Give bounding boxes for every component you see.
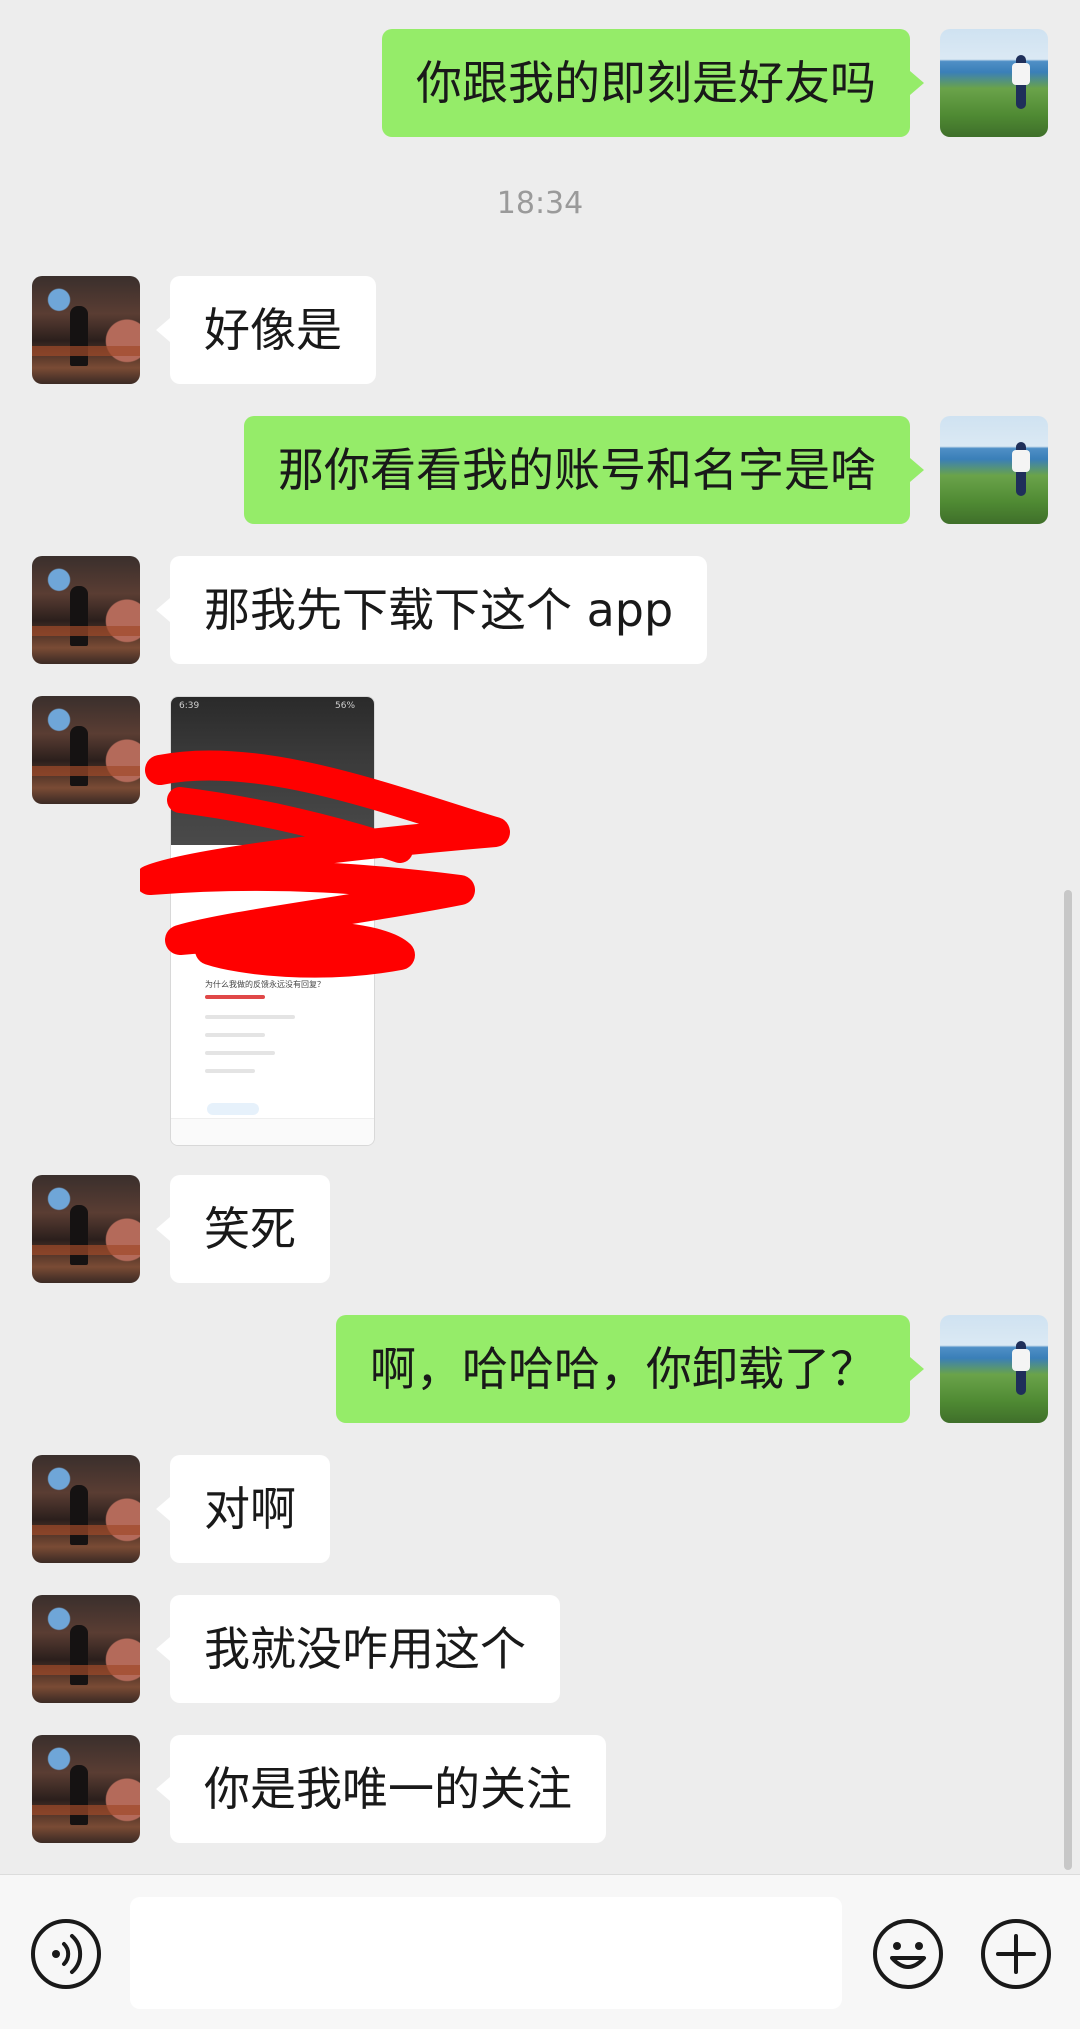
incoming-message-bubble[interactable]: 你是我唯一的关注 bbox=[156, 1735, 606, 1843]
contact-avatar[interactable] bbox=[32, 1735, 140, 1843]
contact-avatar[interactable] bbox=[32, 1455, 140, 1563]
message-timestamp: 18:34 bbox=[496, 186, 584, 221]
chat-screen: 你跟我的即刻是好友吗 18:34 好像是 那你看看我的账号和名字是啥 那我先下载… bbox=[0, 0, 1080, 2029]
screenshot-line bbox=[205, 1051, 275, 1055]
screenshot-toolbar bbox=[171, 1118, 374, 1145]
contact-avatar[interactable] bbox=[32, 276, 140, 384]
contact-avatar[interactable] bbox=[32, 1175, 140, 1283]
screenshot-line bbox=[205, 1015, 295, 1019]
screenshot-line bbox=[205, 1033, 265, 1037]
outgoing-message-bubble[interactable]: 那你看看我的账号和名字是啥 bbox=[244, 416, 924, 524]
chat-input-bar bbox=[0, 1874, 1080, 2029]
my-avatar[interactable] bbox=[940, 29, 1048, 137]
emoji-icon[interactable] bbox=[872, 1918, 944, 1990]
incoming-message-bubble[interactable]: 那我先下载下这个 app bbox=[155, 556, 708, 664]
scrollbar[interactable] bbox=[1064, 890, 1072, 1870]
my-avatar[interactable] bbox=[940, 1315, 1048, 1423]
screenshot-line bbox=[205, 1069, 255, 1073]
incoming-message-bubble[interactable]: 我就没咋用这个 bbox=[156, 1595, 560, 1703]
screenshot-line bbox=[205, 995, 265, 999]
incoming-message-bubble[interactable]: 好像是 bbox=[156, 276, 376, 384]
my-avatar[interactable] bbox=[940, 416, 1048, 524]
contact-avatar[interactable] bbox=[32, 696, 140, 804]
screenshot-tag bbox=[207, 1103, 259, 1115]
incoming-message-bubble[interactable]: 笑死 bbox=[156, 1175, 330, 1283]
plus-icon[interactable] bbox=[980, 1918, 1052, 1990]
message-input[interactable] bbox=[130, 1897, 842, 2009]
outgoing-message-bubble[interactable]: 你跟我的即刻是好友吗 bbox=[382, 29, 924, 137]
red-scribble-redaction bbox=[140, 750, 510, 978]
message-list[interactable]: 你跟我的即刻是好友吗 18:34 好像是 那你看看我的账号和名字是啥 那我先下载… bbox=[0, 0, 1080, 1874]
screenshot-caption: 为什么我做的反馈永远没有回复？ bbox=[205, 980, 325, 989]
screenshot-status-time: 6:39 bbox=[179, 701, 200, 711]
contact-avatar[interactable] bbox=[32, 1595, 140, 1703]
screenshot-battery: 56% bbox=[335, 701, 356, 711]
outgoing-message-bubble[interactable]: 啊，哈哈哈，你卸载了？ bbox=[336, 1315, 924, 1423]
contact-avatar[interactable] bbox=[32, 556, 140, 664]
voice-icon[interactable] bbox=[30, 1918, 102, 1990]
incoming-message-bubble[interactable]: 对啊 bbox=[156, 1455, 330, 1563]
